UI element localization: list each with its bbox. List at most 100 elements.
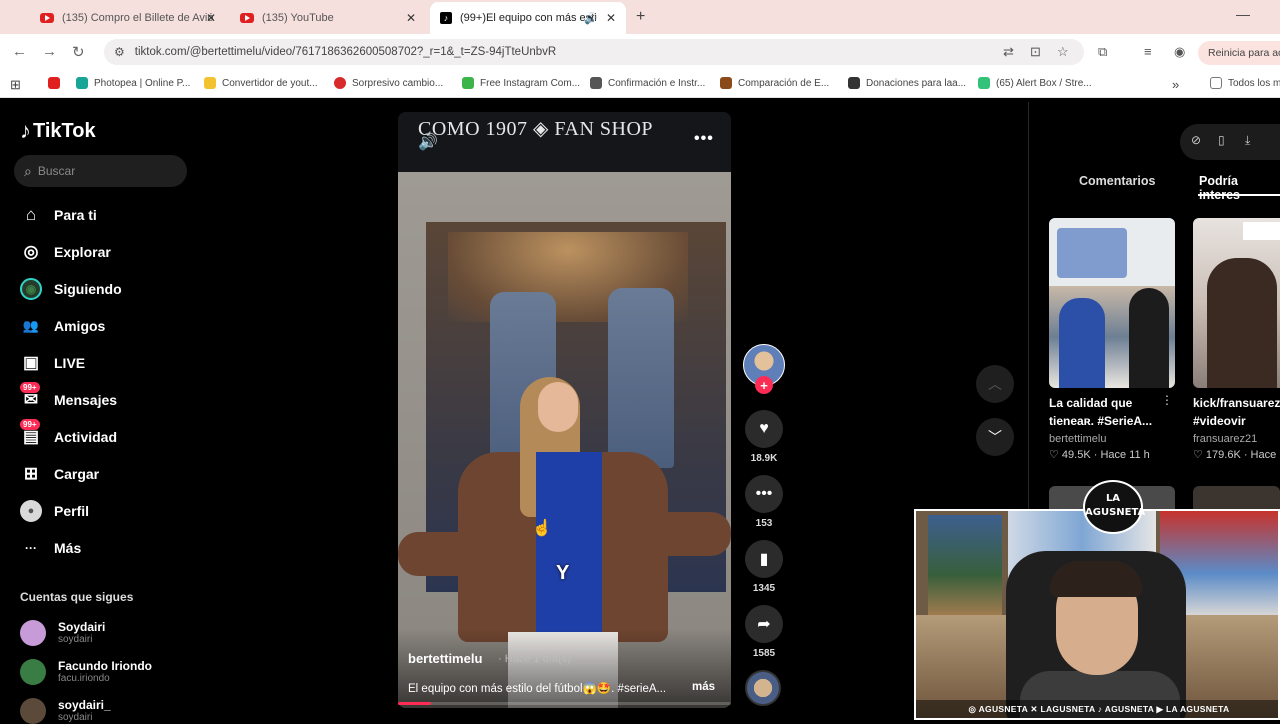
save-count: 1345 xyxy=(752,583,776,594)
followed-account[interactable]: Soydairi soydairi xyxy=(20,620,105,646)
speaker-icon[interactable]: 🔊 xyxy=(584,12,598,25)
sidebar-item-siguiendo[interactable]: ◉ Siguiendo xyxy=(20,277,122,301)
thumbnail-person xyxy=(1207,258,1277,388)
video-player[interactable]: COMO 1907 ◈ FAN SHOP xyxy=(398,112,731,708)
video-more-icon[interactable]: ••• xyxy=(694,130,714,148)
bookmarks-bar: ⊞ Photopea | Online P... Convertidor de … xyxy=(0,70,1280,98)
sidebar-item-mensajes[interactable]: ✉ 99+ Mensajes xyxy=(20,382,117,412)
followed-account[interactable]: soydairi_ soydairi xyxy=(20,698,111,724)
bookmark-all[interactable]: Todos los m xyxy=(1210,77,1280,89)
followed-account[interactable]: Facundo Iriondo facu.iriondo xyxy=(20,659,152,685)
autoscroll-icon[interactable]: ⊘ xyxy=(1191,133,1201,147)
bookmark-convertidor[interactable]: Convertidor de yout... xyxy=(204,77,318,89)
next-video-button[interactable]: ﹀ xyxy=(976,418,1014,456)
site-settings-icon[interactable]: ⚙ xyxy=(114,45,125,59)
store-sign: COMO 1907 ◈ FAN SHOP xyxy=(398,112,731,172)
close-tab-icon[interactable]: ✕ xyxy=(406,11,416,25)
compass-icon: ◎ xyxy=(23,242,39,261)
like-count: 18.9K xyxy=(750,453,778,464)
bookmark-instagram[interactable]: Free Instagram Com... xyxy=(462,77,580,89)
video-author[interactable]: bertettimelu xyxy=(408,651,482,666)
sidebar-item-perfil[interactable]: ● Perfil xyxy=(20,499,89,523)
profile-icon[interactable]: ◉ xyxy=(1174,44,1185,60)
bookmark-icon[interactable]: ▮ xyxy=(745,540,783,578)
music-disc-icon[interactable] xyxy=(745,670,781,706)
close-tab-icon[interactable]: ✕ xyxy=(606,11,616,25)
share-action[interactable]: ➦ 1585 xyxy=(745,605,783,659)
bookmark-photopea[interactable]: Photopea | Online P... xyxy=(76,77,190,89)
link-icon xyxy=(590,77,602,89)
avatar xyxy=(20,620,46,646)
install-app-icon[interactable]: ⊡ xyxy=(1030,44,1041,60)
bookmark-confirmacion[interactable]: Confirmación e Instr... xyxy=(590,77,705,89)
bookmark-donaciones[interactable]: Donaciones para laa... xyxy=(848,77,966,89)
news-icon xyxy=(334,77,346,89)
share-arrow-icon[interactable]: ➦ xyxy=(745,605,783,643)
card-user[interactable]: fransuarez21 xyxy=(1193,433,1280,445)
card-user[interactable]: bertettimelu xyxy=(1049,433,1175,445)
sidebar-item-mas[interactable]: ··· Más xyxy=(20,536,81,560)
friends-icon: 👥 xyxy=(22,318,40,333)
streamer-webcam-overlay: ◎ AGUSNETA ✕ LAGUSNETA ♪ AGUSNETA ▶ LA A… xyxy=(914,509,1280,720)
sidebar-item-actividad[interactable]: ▤ 99+ Actividad xyxy=(20,419,117,449)
comment-icon[interactable]: ••• xyxy=(745,475,783,513)
card-more-icon[interactable]: ⋮ xyxy=(1161,393,1173,407)
activity-icon: ▤ 99+ xyxy=(20,419,42,448)
forward-icon[interactable]: → xyxy=(42,43,57,60)
tiktok-logo[interactable]: ♪ TikTok xyxy=(20,118,96,144)
sidebar-item-explorar[interactable]: ◎ Explorar xyxy=(20,240,111,264)
streamer-socials-banner: ◎ AGUSNETA ✕ LAGUSNETA ♪ AGUSNETA ▶ LA A… xyxy=(916,700,1278,718)
sidebar-item-live[interactable]: ▣ LIVE xyxy=(20,351,85,375)
bookmark-star-icon[interactable]: ☆ xyxy=(1057,44,1069,60)
activity-badge: 99+ xyxy=(20,419,40,430)
heart-icon[interactable]: ♥ xyxy=(745,410,783,448)
bookmark-comparacion[interactable]: Comparación de E... xyxy=(720,77,829,89)
video-thumbnail[interactable] xyxy=(1049,218,1175,388)
save-action[interactable]: ▮ 1345 xyxy=(745,540,783,594)
upload-icon: ⊞ xyxy=(23,464,39,483)
close-tab-icon[interactable]: ✕ xyxy=(206,11,216,25)
bookmark-sorpresivo[interactable]: Sorpresivo cambio... xyxy=(334,77,443,89)
search-input[interactable] xyxy=(37,164,158,178)
video-thumbnail[interactable] xyxy=(1193,218,1280,388)
like-action[interactable]: ♥ 18.9K xyxy=(745,410,783,464)
new-tab-button[interactable]: + xyxy=(636,8,645,26)
restart-to-update-button[interactable]: Reinicia para act xyxy=(1198,41,1280,65)
reload-icon[interactable]: ↻ xyxy=(72,43,85,61)
tab-youtube[interactable]: (135) YouTube ✕ xyxy=(230,4,426,32)
caption-more-link[interactable]: más xyxy=(692,681,715,693)
extensions-icon[interactable]: ⧉ xyxy=(1098,44,1107,60)
sidebar-item-para-ti[interactable]: ⌂ Para ti xyxy=(20,203,97,227)
previous-video-button[interactable]: ︿ xyxy=(976,365,1014,403)
sidebar-item-cargar[interactable]: ⊞ Cargar xyxy=(20,462,99,486)
volume-icon[interactable]: 🔊 xyxy=(418,132,438,152)
active-tab-underline xyxy=(1198,194,1280,196)
tab-comentarios[interactable]: Comentarios xyxy=(1079,174,1155,188)
search-box[interactable]: ⌕ xyxy=(14,155,187,187)
minimize-button[interactable]: — xyxy=(1236,6,1250,22)
folder-icon xyxy=(204,77,216,89)
recommended-video-card[interactable]: kick/fransuarez #fyp #videovir fransuare… xyxy=(1193,218,1280,461)
account-name: soydairi_ xyxy=(58,698,111,712)
download-icon[interactable]: ⤓ xyxy=(1245,133,1250,148)
translate-icon[interactable]: ⇄ xyxy=(1003,44,1014,60)
comment-count: 153 xyxy=(755,518,773,529)
follow-plus-button[interactable]: + xyxy=(755,376,773,394)
instagram-tool-icon xyxy=(462,77,474,89)
sidebar-item-amigos[interactable]: 👥 Amigos xyxy=(20,314,105,338)
tab-youtube-billete[interactable]: (135) Compro el Billete de Avió ✕ xyxy=(30,4,226,32)
bookmark-alertbox[interactable]: (65) Alert Box / Stre... xyxy=(978,77,1092,89)
media-controls-icon[interactable]: ≡ xyxy=(1144,44,1152,59)
recommended-video-card[interactable]: La calidad que tieneaʀ. #SerieA... berte… xyxy=(1049,218,1175,461)
apps-grid-icon[interactable]: ⊞ xyxy=(10,77,21,93)
mobile-icon[interactable]: ▯ xyxy=(1218,133,1225,147)
back-icon[interactable]: ← xyxy=(12,43,27,60)
url-field[interactable]: ⚙ tiktok.com/@bertettimelu/video/7617186… xyxy=(104,39,1084,65)
comment-action[interactable]: ••• 153 xyxy=(745,475,783,529)
video-progress-bar[interactable] xyxy=(398,702,731,705)
more-bookmarks-icon[interactable]: » xyxy=(1172,77,1179,92)
tab-tiktok-active[interactable]: ♪ (99+)El equipo con más esti 🔊 ✕ xyxy=(430,2,626,34)
bookmark-youtube[interactable] xyxy=(48,77,66,89)
tab-podria-interesar[interactable]: Podría interes xyxy=(1199,174,1280,202)
folder-icon xyxy=(1210,77,1222,89)
